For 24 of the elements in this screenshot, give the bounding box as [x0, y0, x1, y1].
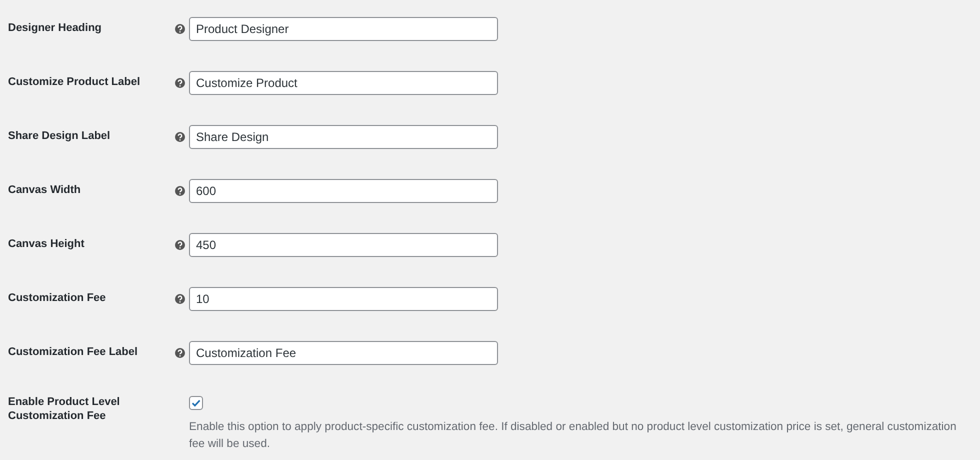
setting-label: Share Design Label [8, 129, 112, 143]
help-icon [175, 348, 185, 358]
text-field[interactable]: Customize Product [189, 71, 498, 95]
checkbox[interactable] [189, 396, 203, 410]
setting-label: Customization Fee Label [8, 345, 139, 359]
setting-label: Enable Product Level Customization Fee [8, 395, 121, 423]
text-field[interactable]: 600 [189, 179, 498, 203]
text-field[interactable]: 450 [189, 233, 498, 257]
setting-label: Customize Product Label [8, 75, 142, 89]
help-icon [175, 186, 185, 196]
description: Enable this option to apply product-specific customization fee. If disabled or enabled but no product level customization price is set, general customization fee will be used. [189, 420, 958, 452]
setting-label: Customization Fee [8, 291, 107, 305]
text-field[interactable]: Customization Fee [189, 341, 498, 365]
help-icon [175, 240, 185, 250]
help-icon [175, 24, 185, 34]
text-field[interactable]: Product Designer [189, 17, 498, 41]
text-field[interactable]: Share Design [189, 125, 498, 149]
setting-label: Designer Heading [8, 21, 103, 35]
help-icon [175, 294, 185, 304]
setting-label: Canvas Width [8, 183, 82, 197]
text-field[interactable]: 10 [189, 287, 498, 311]
help-icon [175, 78, 185, 88]
setting-label: Canvas Height [8, 237, 86, 251]
help-icon [175, 132, 185, 142]
